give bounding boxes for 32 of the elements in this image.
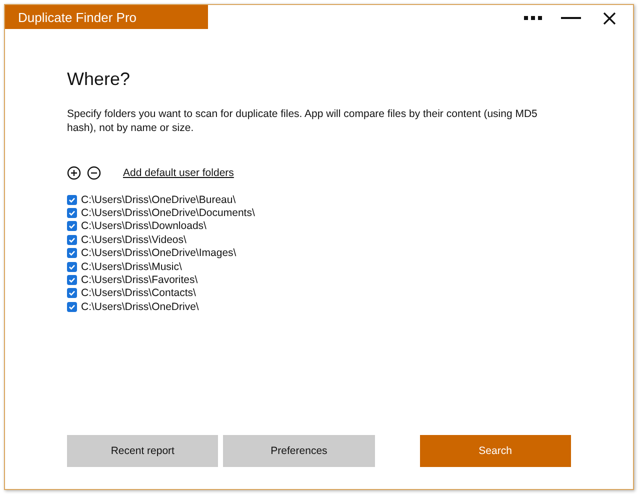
folder-path: C:\Users\Driss\Downloads\ <box>81 220 206 232</box>
plus-circle-icon <box>67 166 81 180</box>
folder-path: C:\Users\Driss\OneDrive\Documents\ <box>81 207 255 220</box>
minus-circle-icon <box>87 166 101 180</box>
description-text: Specify folders you want to scan for duplicate files. App will compare files by their content (using MD5 hash), not by name or size. <box>67 107 538 135</box>
more-icon <box>524 16 542 20</box>
remove-folder-button[interactable] <box>87 166 101 180</box>
folder-checkbox[interactable] <box>67 248 77 258</box>
folder-path: C:\Users\Driss\Contacts\ <box>81 287 196 300</box>
folder-checkbox[interactable] <box>67 234 77 245</box>
folder-path: C:\Users\Driss\Favorites\ <box>81 274 198 286</box>
folder-path: C:\Users\Driss\Music\ <box>81 260 182 273</box>
folder-checkbox[interactable] <box>67 262 77 272</box>
page-heading: Where? <box>67 69 132 90</box>
minimize-icon <box>561 17 581 19</box>
secondary-button[interactable]: Recent report <box>67 435 218 467</box>
folder-path: C:\Users\Driss\OneDrive\ <box>81 300 199 313</box>
add-default-folders-link[interactable]: Add default user folders <box>123 167 234 179</box>
folder-path: C:\Users\Driss\OneDrive\Bureau\ <box>81 194 236 206</box>
search-button[interactable]: Search <box>420 435 571 467</box>
folder-checkbox[interactable] <box>67 194 77 205</box>
folder-checkbox[interactable] <box>67 302 77 312</box>
close-icon <box>602 12 616 24</box>
folder-checkbox[interactable] <box>67 275 77 286</box>
secondary-button[interactable]: Preferences <box>223 435 375 467</box>
folder-path: C:\Users\Driss\OneDrive\Images\ <box>81 247 236 260</box>
add-folder-button[interactable] <box>67 166 81 180</box>
folder-checkbox[interactable] <box>67 208 77 218</box>
folder-path: C:\Users\Driss\Videos\ <box>81 234 186 246</box>
folder-checkbox[interactable] <box>67 221 77 232</box>
window-title: Duplicate Finder Pro <box>5 5 208 29</box>
folder-checkbox[interactable] <box>67 288 77 298</box>
